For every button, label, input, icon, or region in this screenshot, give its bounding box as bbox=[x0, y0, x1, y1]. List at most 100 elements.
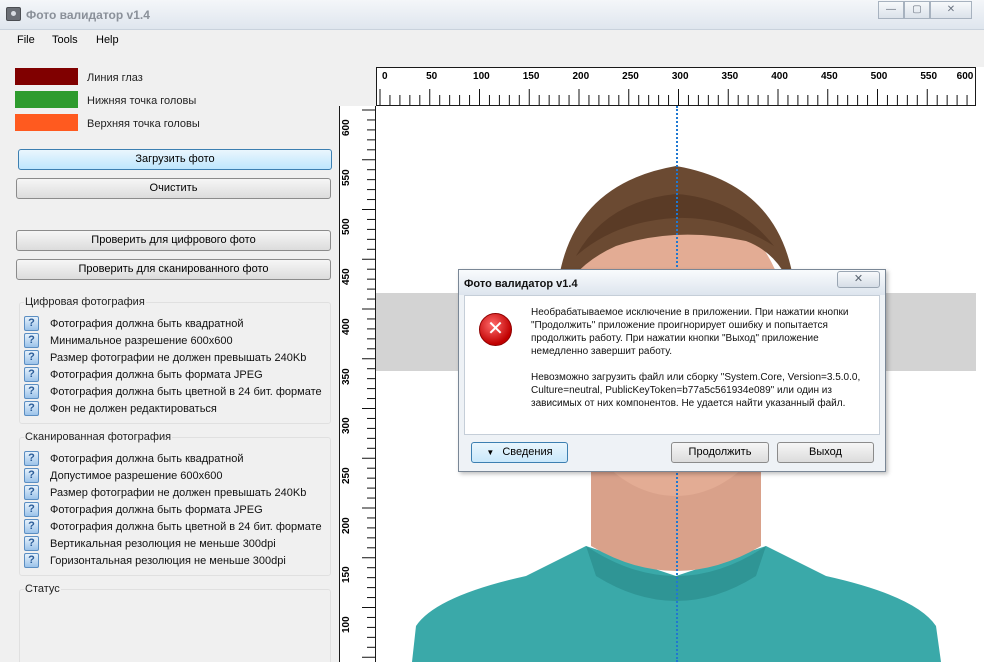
error-icon: ✕ bbox=[479, 313, 512, 346]
left-ruler-label: 450 bbox=[341, 268, 352, 286]
menu-tools[interactable]: Tools bbox=[52, 34, 78, 46]
clear-button[interactable]: Очистить bbox=[16, 178, 331, 199]
dialog-close-button[interactable]: ✕ bbox=[837, 271, 880, 288]
question-icon: ? bbox=[24, 536, 39, 551]
status-group-title: Статус bbox=[24, 583, 61, 595]
question-icon: ? bbox=[24, 502, 39, 517]
right-margin bbox=[976, 67, 984, 662]
top-ruler-label: 350 bbox=[721, 71, 739, 82]
scanned-requirement-text: Фотография должна быть квадратной bbox=[50, 452, 244, 465]
question-icon: ? bbox=[24, 553, 39, 568]
scanned-requirement-text: Фотография должна быть формата JPEG bbox=[50, 503, 263, 516]
digital-requirement-text: Минимальное разрешение 600x600 bbox=[50, 334, 233, 347]
top-ruler-label: 400 bbox=[771, 71, 788, 82]
scanned-requirement-text: Горизонтальная резолюция не меньше 300dp… bbox=[50, 554, 286, 567]
question-icon: ? bbox=[24, 316, 39, 331]
left-ruler-label: 300 bbox=[341, 417, 352, 435]
dialog-message-detail: Невозможно загрузить файл или сборку "Sy… bbox=[531, 372, 861, 409]
question-icon: ? bbox=[24, 519, 39, 534]
scanned-requirement-item: ? Допустимое разрешение 600x600 bbox=[24, 468, 223, 483]
left-ruler-label: 400 bbox=[341, 318, 352, 335]
dialog-title-bar: Фото валидатор v1.4 ✕ bbox=[459, 270, 885, 295]
digital-requirement-item: ? Минимальное разрешение 600x600 bbox=[24, 333, 233, 348]
scanned-requirement-item: ? Вертикальная резолюция не меньше 300dpi bbox=[24, 536, 276, 551]
check-digital-button[interactable]: Проверить для цифрового фото bbox=[16, 230, 331, 251]
continue-button[interactable]: Продолжить bbox=[671, 442, 769, 463]
maximize-button[interactable]: ▢ bbox=[904, 1, 930, 19]
menu-file[interactable]: File bbox=[17, 34, 35, 46]
scanned-requirement-text: Допустимое разрешение 600x600 bbox=[50, 469, 223, 482]
check-scanned-button[interactable]: Проверить для сканированного фото bbox=[16, 259, 331, 280]
digital-requirement-item: ? Фотография должна быть формата JPEG bbox=[24, 367, 263, 382]
question-icon: ? bbox=[24, 401, 39, 416]
left-ruler-label: 250 bbox=[341, 467, 352, 484]
top-ruler-label: 500 bbox=[870, 71, 888, 82]
status-group bbox=[19, 589, 331, 662]
error-dialog: Фото валидатор v1.4 ✕ ✕ Необрабатываемое… bbox=[458, 269, 886, 472]
chevron-down-icon: ▼ bbox=[486, 448, 495, 457]
title-bar: Фото валидатор v1.4 — ▢ ✕ bbox=[0, 0, 984, 30]
question-icon: ? bbox=[24, 367, 39, 382]
crown-point-swatch bbox=[15, 114, 78, 131]
top-ruler-label: 0 bbox=[382, 71, 388, 82]
eye-line-label: Линия глаз bbox=[87, 72, 143, 84]
app-camera-icon bbox=[6, 7, 21, 21]
scanned-requirement-text: Размер фотографии не должен превышать 24… bbox=[50, 486, 307, 499]
top-ruler: 0 50 100 150 200 250 300 350 400 450 500 550 600 bbox=[376, 67, 976, 106]
top-ruler-label: 200 bbox=[572, 71, 590, 82]
exit-button[interactable]: Выход bbox=[777, 442, 874, 463]
digital-requirement-item: ? Фотография должна быть цветной в 24 бит… bbox=[24, 384, 322, 399]
scanned-requirement-item: ? Фотография должна быть формата JPEG bbox=[24, 502, 263, 517]
digital-requirement-item: ? Размер фотографии не должен превышать 2… bbox=[24, 350, 306, 365]
chin-point-label: Нижняя точка головы bbox=[87, 95, 197, 107]
top-ruler-label: 450 bbox=[820, 71, 838, 82]
menu-help[interactable]: Help bbox=[96, 34, 119, 46]
top-ruler-label: 150 bbox=[522, 71, 540, 82]
digital-group-title: Цифровая фотография bbox=[24, 296, 146, 308]
top-ruler-label: 600 bbox=[956, 71, 974, 82]
load-photo-button[interactable]: Загрузить фото bbox=[18, 149, 332, 170]
top-ruler-label: 250 bbox=[622, 71, 639, 82]
menu-bar: File Tools Help bbox=[0, 30, 984, 50]
scanned-requirement-item: ? Фотография должна быть цветной в 24 бит… bbox=[24, 519, 322, 534]
digital-requirement-item: ? Фотография должна быть квадратной bbox=[24, 316, 244, 331]
question-icon: ? bbox=[24, 468, 39, 483]
left-ruler-label: 150 bbox=[341, 566, 352, 584]
scanned-requirement-text: Фотография должна быть цветной в 24 бит.… bbox=[50, 520, 322, 533]
question-icon: ? bbox=[24, 350, 39, 365]
dialog-message-main: Необрабатываемое исключение в приложении… bbox=[531, 307, 849, 357]
left-ruler-label: 100 bbox=[341, 616, 352, 633]
digital-requirement-item: ? Фон не должен редактироваться bbox=[24, 401, 217, 416]
left-ruler-label: 500 bbox=[341, 218, 352, 236]
crown-point-label: Верхняя точка головы bbox=[87, 118, 200, 130]
top-ruler-label: 550 bbox=[920, 71, 938, 82]
question-icon: ? bbox=[24, 485, 39, 500]
top-ruler-label: 100 bbox=[473, 71, 490, 82]
details-button[interactable]: ▼ Сведения bbox=[471, 442, 568, 463]
dialog-body: ✕ Необрабатываемое исключение в приложен… bbox=[464, 295, 880, 435]
question-icon: ? bbox=[24, 384, 39, 399]
minimize-button[interactable]: — bbox=[878, 1, 904, 19]
scanned-requirement-item: ? Размер фотографии не должен превышать 2… bbox=[24, 485, 306, 500]
window-controls: — ▢ ✕ bbox=[878, 1, 972, 19]
dialog-title: Фото валидатор v1.4 bbox=[464, 278, 578, 290]
scanned-group-title: Сканированная фотография bbox=[24, 431, 173, 443]
close-button[interactable]: ✕ bbox=[930, 1, 972, 19]
top-ruler-label: 300 bbox=[671, 71, 689, 82]
eye-line-swatch bbox=[15, 68, 78, 85]
left-ruler-label: 350 bbox=[341, 367, 352, 385]
left-ruler-label: 550 bbox=[341, 169, 352, 186]
chin-point-swatch bbox=[15, 91, 78, 108]
top-ruler-label: 50 bbox=[426, 71, 438, 82]
window-title: Фото валидатор v1.4 bbox=[26, 8, 150, 22]
question-icon: ? bbox=[24, 451, 39, 466]
details-label: Сведения bbox=[502, 446, 553, 458]
scanned-requirement-item: ? Горизонтальная резолюция не меньше 300d… bbox=[24, 553, 286, 568]
digital-requirement-text: Размер фотографии не должен превышать 24… bbox=[50, 351, 307, 364]
left-ruler: 60055050045040035030025020015010050 bbox=[339, 106, 376, 662]
left-ruler-label: 200 bbox=[341, 516, 352, 534]
scanned-requirement-item: ? Фотография должна быть квадратной bbox=[24, 451, 244, 466]
scanned-requirement-text: Вертикальная резолюция не меньше 300dpi bbox=[50, 537, 276, 550]
digital-requirement-text: Фон не должен редактироваться bbox=[50, 402, 217, 415]
digital-requirement-text: Фотография должна быть формата JPEG bbox=[50, 368, 263, 381]
